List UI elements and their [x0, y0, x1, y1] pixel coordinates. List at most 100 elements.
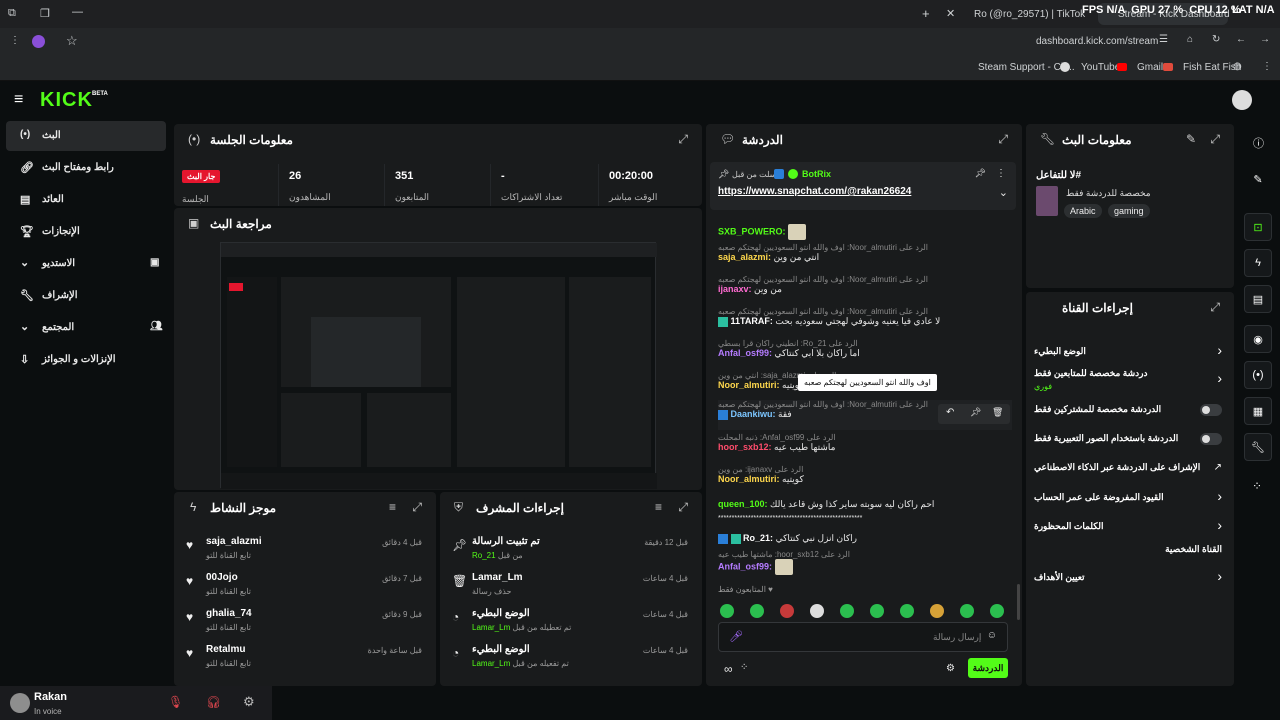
- emote-icon[interactable]: [870, 604, 884, 618]
- sidebar-item-revenue[interactable]: العائد ▤: [6, 185, 166, 215]
- expand-icon[interactable]: ⤢: [998, 132, 1008, 147]
- sidebar-item-drops[interactable]: الإنزالات و الجوائز ⇩: [6, 345, 166, 375]
- emote-icon[interactable]: [990, 604, 1004, 618]
- bookmarks-overflow-icon[interactable]: ⋮: [1262, 61, 1272, 72]
- home-icon[interactable]: ⌂: [1187, 34, 1193, 45]
- edit-icon[interactable]: ✎: [1186, 132, 1196, 146]
- forward-icon[interactable]: →: [1260, 34, 1270, 45]
- kick-logo[interactable]: KICK: [40, 89, 93, 112]
- setting-slow-mode[interactable]: الوضع البطيء ›: [1034, 340, 1222, 366]
- setting-ai-moderation[interactable]: الإشراف على الدردشة عبر الذكاء الاصطناعي…: [1034, 456, 1222, 482]
- stream-video[interactable]: [220, 242, 657, 489]
- expand-icon[interactable]: ⤢: [1210, 132, 1220, 147]
- gear-icon[interactable]: ⚙: [946, 663, 955, 674]
- setting-subs-only[interactable]: الدردشة مخصصة للمشتركين فقط: [1034, 398, 1222, 424]
- tag-chip[interactable]: Arabic: [1064, 204, 1102, 218]
- chat-message-hovered[interactable]: الرد على Noor_almutiri: اوف والله انتو ا…: [718, 400, 1012, 430]
- chat-message[interactable]: SXB_POWERO:: [718, 224, 1012, 240]
- url-field[interactable]: dashboard.kick.com/stream: [1036, 36, 1158, 47]
- chat-send-button[interactable]: الدردشة: [968, 658, 1008, 678]
- filter-icon[interactable]: ≡: [389, 500, 396, 514]
- chat-message[interactable]: الرد على Ro_21: انطيني راكان قرا بسطي An…: [718, 339, 1012, 359]
- deafen-icon[interactable]: 🎧︎: [206, 695, 221, 709]
- unpin-icon[interactable]: 📌︎: [975, 168, 986, 179]
- sidebar-item-moderation[interactable]: الإشراف 🔧︎: [6, 281, 166, 311]
- setting-goals[interactable]: تعيين الأهداف ›: [1034, 566, 1222, 592]
- chat-message[interactable]: الرد على Noor_almutiri: اوف والله انتو ا…: [718, 275, 1012, 295]
- pinned-message[interactable]: 📌︎ أرسلت من قبل BotRix https://www.snapc…: [710, 162, 1016, 210]
- chat-message[interactable]: الرد على Noor_almutiri: اوف والله انتو ا…: [718, 243, 1012, 263]
- user-avatar[interactable]: [1232, 90, 1252, 110]
- new-tab-icon[interactable]: +: [922, 6, 930, 21]
- chat-input[interactable]: 🎤︎ إرسال رسالة ☺: [718, 622, 1008, 652]
- chat-message[interactable]: الرد على hoor_sxb12: ماشتها طيب عيه Anfa…: [718, 550, 1012, 575]
- expand-icon[interactable]: ⤢: [412, 500, 422, 515]
- expand-icon[interactable]: ⤢: [1210, 300, 1220, 315]
- list-item[interactable]: ◔ الوضع البطيء تم تعطيله من قبل Lamar_Lm…: [440, 604, 702, 640]
- sidebar-item-achievements[interactable]: الإنجازات 🏆︎: [6, 217, 166, 247]
- list-item[interactable]: ♥ 00Jojo تابع القناة للتو قبل 7 دقائق: [174, 568, 436, 604]
- tab-tiktok[interactable]: Ro (@ro_29571) | TikTok: [974, 9, 1085, 20]
- setting-emote-only[interactable]: الدردشة باستخدام الصور التعبيرية فقط: [1034, 427, 1222, 453]
- chat-scrollbar[interactable]: [1017, 584, 1020, 620]
- gear-icon[interactable]: ⚙: [243, 694, 255, 710]
- trash-icon[interactable]: 🗑︎: [992, 407, 1003, 418]
- setting-account-age[interactable]: القيود المفروضة على عمر الحساب ›: [1034, 486, 1222, 512]
- bookmark-gmail[interactable]: Gmail: [1137, 62, 1163, 73]
- expand-icon[interactable]: ⤢: [678, 132, 688, 147]
- emote-icon[interactable]: [840, 604, 854, 618]
- rail-button-shield[interactable]: ⊡: [1244, 213, 1272, 241]
- sidebar-item-stream-key[interactable]: رابط ومفتاح البث 🔗︎: [6, 153, 166, 183]
- rail-button-broadcast[interactable]: (•): [1244, 361, 1272, 389]
- back-icon[interactable]: ←: [1236, 34, 1246, 45]
- list-item[interactable]: ◔ الوضع البطيء تم تفعيله من قبل Lamar_Lm…: [440, 640, 702, 676]
- expand-icon[interactable]: ⤢: [678, 500, 688, 515]
- setting-banned-words[interactable]: الكلمات المحظورة ›: [1034, 515, 1222, 541]
- reload-icon[interactable]: ↻: [1212, 34, 1220, 45]
- more-icon[interactable]: ⋮: [996, 168, 1006, 179]
- chat-message[interactable]: Ro_21: راكان انزل نبي كنتاكي: [718, 533, 1012, 544]
- rail-button-chat[interactable]: ◉: [1244, 325, 1272, 353]
- chat-message[interactable]: الرد على Noor_almutiri: اوف والله انتو ا…: [718, 307, 1012, 327]
- emote-icon[interactable]: [720, 604, 734, 618]
- profile-icon[interactable]: [32, 35, 45, 48]
- minimize-icon[interactable]: —: [72, 6, 83, 18]
- emote-icon[interactable]: [750, 604, 764, 618]
- emoji-icon[interactable]: ☺: [987, 630, 997, 641]
- chat-message[interactable]: الرد على Anfal_osf99: ذنبه المحلت hoor_s…: [718, 433, 1012, 453]
- pin-icon[interactable]: 📌︎: [970, 407, 981, 418]
- chat-message[interactable]: ****************************************…: [718, 515, 1012, 522]
- info-icon[interactable]: ⓘ: [1253, 135, 1264, 151]
- chevron-down-icon[interactable]: ⌄: [999, 186, 1008, 199]
- rail-button-layout[interactable]: ▦: [1244, 397, 1272, 425]
- emote-only-toggle[interactable]: [1200, 433, 1222, 445]
- list-item[interactable]: ♥ saja_alazmi تابع القناة للتو قبل 4 دقا…: [174, 532, 436, 568]
- pinned-link[interactable]: https://www.snapchat.com/@rakan26624: [718, 186, 911, 197]
- rail-button-lightning[interactable]: ϟ: [1244, 249, 1272, 277]
- restore-icon[interactable]: ❐: [40, 7, 50, 20]
- sidebar-item-stream[interactable]: البث (•): [6, 121, 166, 151]
- chat-message[interactable]: queen_100: احم راكان ليه سوبته ساير كذا …: [718, 499, 1012, 510]
- list-item[interactable]: 📌︎ تم تثبيت الرسالة من قبل Ro_21 قبل 12 …: [440, 532, 702, 568]
- list-item[interactable]: 🗑︎ Lamar_Lm حذف رسالة قبل 4 ساعات: [440, 568, 702, 604]
- emote-icon[interactable]: [900, 604, 914, 618]
- star-icon[interactable]: ☆: [66, 33, 78, 49]
- bookmark-youtube[interactable]: YouTube: [1081, 62, 1120, 73]
- hamburger-icon[interactable]: ≡: [14, 91, 23, 109]
- mic-icon[interactable]: 🎤︎: [729, 630, 743, 643]
- dots-icon[interactable]: ⁘: [1252, 479, 1262, 493]
- rail-button-wrench[interactable]: 🔧︎: [1244, 433, 1272, 461]
- filter-icon[interactable]: ≡: [655, 500, 662, 514]
- emote-icon[interactable]: [960, 604, 974, 618]
- sidebar-item-community[interactable]: المجتمع ⌄ 👥︎: [6, 313, 166, 343]
- subs-only-toggle[interactable]: [1200, 404, 1222, 416]
- sidebar-item-studio[interactable]: الاستديو ⌄ ▣: [6, 249, 166, 279]
- dots-icon[interactable]: ⁘: [740, 662, 748, 673]
- tag-chip[interactable]: gaming: [1108, 204, 1150, 218]
- list-item[interactable]: ♥ Retalmu تابع القناة للتو قبل ساعة واحد…: [174, 640, 436, 676]
- emote-icon[interactable]: [810, 604, 824, 618]
- chat-message[interactable]: الرد على ijanaxv: من وين Noor_almutiri: …: [718, 465, 1012, 485]
- close-tab-icon[interactable]: ✕: [946, 7, 955, 20]
- list-item[interactable]: ♥ ghalia_74 تابع القناة للتو قبل 9 دقائق: [174, 604, 436, 640]
- infinity-icon[interactable]: ∞: [724, 662, 733, 676]
